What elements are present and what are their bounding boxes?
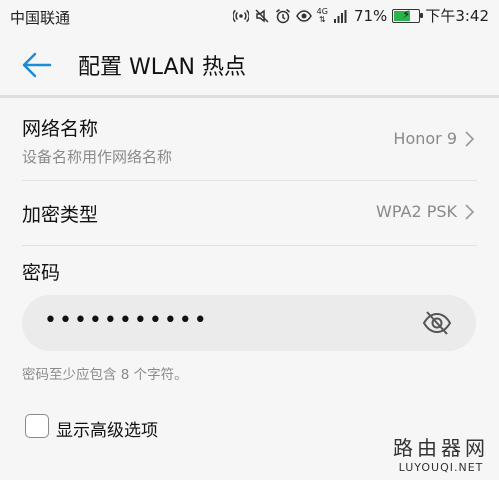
network-name-label: 网络名称	[22, 118, 99, 140]
encryption-type-row[interactable]: 加密类型 WPA2 PSK	[0, 181, 499, 245]
status-bar: 中国联通 4G ⇅ 71% ⚡ 下午3:42	[0, 0, 499, 32]
page-title: 配置 WLAN 热点	[78, 55, 247, 80]
eye-slash-icon[interactable]	[422, 309, 452, 337]
password-label: 密码	[22, 262, 61, 284]
hotspot-icon	[232, 9, 249, 22]
show-advanced-checkbox[interactable]	[25, 414, 49, 438]
network-name-value: Honor 9	[393, 129, 457, 148]
watermark-en: LUYOUQI.NET	[398, 461, 484, 474]
chevron-right-icon	[465, 131, 475, 147]
password-input[interactable]: •••••••••••	[22, 295, 476, 351]
eye-comfort-icon	[295, 9, 312, 22]
encryption-type-value: WPA2 PSK	[376, 202, 457, 221]
show-advanced-label[interactable]: 显示高级选项	[56, 416, 158, 441]
network-name-sublabel: 设备名称用作网络名称	[22, 148, 173, 166]
carrier-name: 中国联通	[10, 9, 71, 27]
clock: 下午3:42	[425, 7, 489, 25]
signal-icon	[333, 9, 347, 23]
password-value: •••••••••••	[44, 308, 209, 333]
status-icons: 4G ⇅ 71% ⚡ 下午3:42	[232, 5, 489, 26]
row-divider	[22, 245, 477, 246]
network-type: 4G ⇅	[316, 6, 328, 24]
battery-icon: ⚡	[392, 7, 424, 23]
battery-percent: 71%	[353, 6, 388, 25]
password-hint: 密码至少应包含 8 个字符。	[22, 367, 188, 383]
data-arrows-icon: ⇅	[318, 14, 326, 24]
encryption-type-label: 加密类型	[22, 204, 99, 226]
back-arrow-icon[interactable]	[22, 52, 52, 78]
watermark: 路由器网 LUYOUQI.NET	[393, 432, 489, 474]
network-name-row[interactable]: 网络名称 设备名称用作网络名称 Honor 9	[0, 98, 499, 180]
mute-icon	[255, 8, 269, 23]
title-bar: 配置 WLAN 热点	[0, 32, 499, 96]
alarm-icon	[275, 8, 290, 23]
charging-icon: ⚡	[402, 7, 411, 21]
watermark-cn: 路由器网	[393, 436, 489, 460]
chevron-right-icon	[465, 204, 475, 220]
